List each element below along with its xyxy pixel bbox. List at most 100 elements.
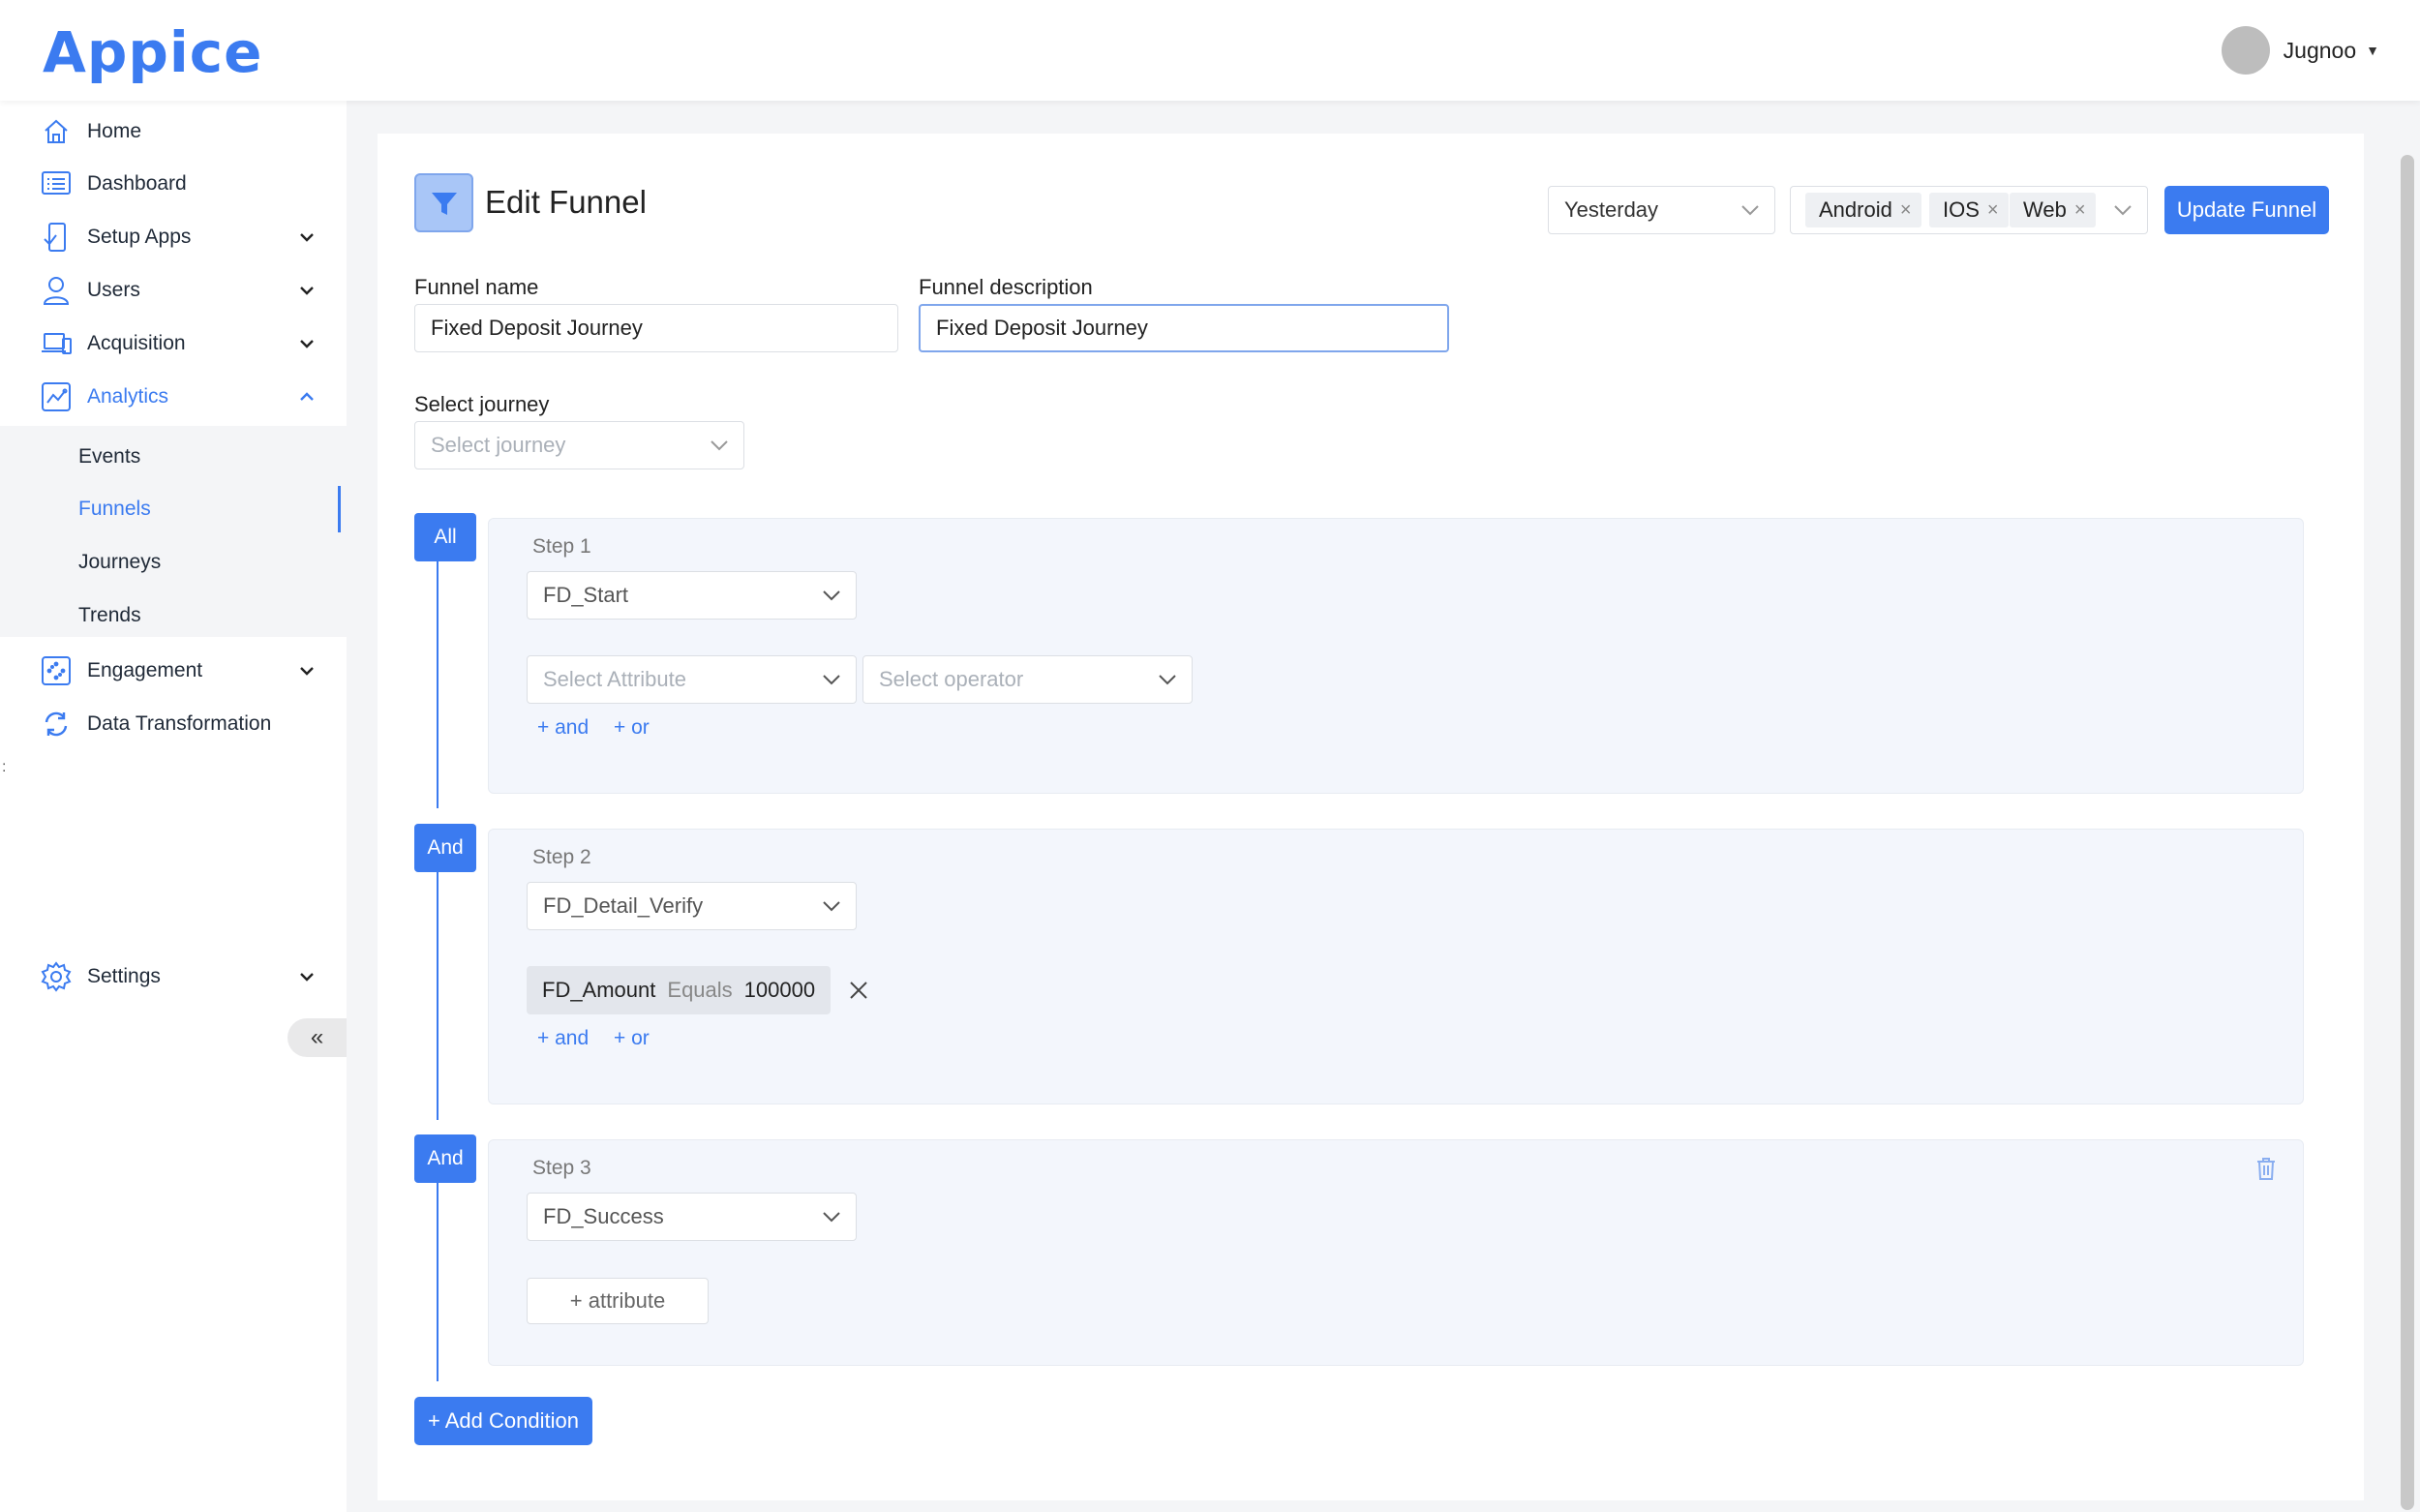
platform-tag-web: Web ×: [2010, 193, 2096, 227]
user-icon: [41, 275, 72, 306]
event-value: FD_Start: [543, 583, 629, 607]
platform-tag-ios: IOS ×: [1929, 193, 2009, 227]
sidebar-item-analytics[interactable]: Analytics: [0, 374, 347, 420]
chevron-down-icon: [300, 233, 314, 242]
condition-value: 100000: [743, 978, 816, 1002]
sidebar-item-home[interactable]: Home: [0, 108, 347, 155]
remove-tag-icon[interactable]: ×: [1900, 199, 1912, 222]
user-name: Jugnoo: [2283, 37, 2357, 63]
close-icon[interactable]: [846, 978, 871, 1003]
collapse-sidebar-button[interactable]: «: [287, 1018, 347, 1057]
acquisition-icon: [41, 328, 72, 359]
chevron-down-icon: [823, 1212, 840, 1223]
remove-tag-icon[interactable]: ×: [1987, 199, 1999, 222]
sidebar-item-label: Dashboard: [87, 172, 187, 195]
home-icon: [41, 116, 72, 147]
sidebar-subitem-journeys[interactable]: Journeys: [0, 539, 347, 586]
step-connector-badge[interactable]: And: [414, 1134, 476, 1183]
sidebar-item-label: Home: [87, 120, 142, 142]
sidebar-subitem-label: Journeys: [78, 551, 162, 573]
chevron-down-icon: [823, 590, 840, 601]
user-menu[interactable]: Jugnoo ▼: [2221, 25, 2379, 76]
sidebar-subitem-events[interactable]: Events: [0, 434, 347, 480]
sidebar-item-acquisition[interactable]: Acquisition: [0, 320, 347, 367]
step-3-event-select[interactable]: FD_Success: [527, 1193, 857, 1241]
select-journey-dropdown[interactable]: Select journey: [414, 421, 744, 469]
step-connector-line: [437, 1183, 439, 1381]
platform-tag-label: Web: [2023, 197, 2067, 222]
trash-icon[interactable]: [2255, 1156, 2277, 1181]
chevron-down-icon: [823, 675, 840, 685]
step-1-event-select[interactable]: FD_Start: [527, 571, 857, 620]
date-range-select[interactable]: Yesterday: [1548, 186, 1775, 234]
sidebar-subitem-label: Events: [78, 445, 141, 468]
sidebar-item-label: Setup Apps: [87, 226, 192, 248]
sync-icon: [41, 709, 72, 740]
add-or-link[interactable]: + or: [614, 1027, 650, 1050]
vertical-scrollbar[interactable]: [2401, 155, 2414, 1510]
select-attribute-placeholder: Select Attribute: [543, 667, 686, 691]
gear-icon: [41, 961, 72, 992]
event-value: FD_Detail_Verify: [543, 893, 704, 918]
app-logo: Appice: [43, 19, 263, 85]
sidebar-item-label: Users: [87, 279, 140, 301]
sidebar-item-data-transformation[interactable]: Data Transformation: [0, 701, 347, 747]
edge-marker: :: [2, 759, 7, 775]
add-attribute-button[interactable]: + attribute: [527, 1278, 709, 1324]
step-connector-badge[interactable]: And: [414, 824, 476, 872]
top-header: Appice Jugnoo ▼: [0, 0, 2420, 101]
event-value: FD_Success: [543, 1204, 664, 1228]
step-label: Step 1: [532, 535, 591, 558]
page-title: Edit Funnel: [485, 184, 647, 220]
step-label: Step 3: [532, 1157, 591, 1179]
condition-operator: Equals: [667, 978, 733, 1002]
chevron-down-icon: [1159, 675, 1176, 685]
setup-apps-icon: [41, 222, 72, 253]
sidebar-item-label: Settings: [87, 965, 161, 987]
sidebar-nav: Home Dashboard Setup Apps Users Acquisit…: [0, 101, 347, 1512]
sidebar-item-label: Data Transformation: [87, 712, 272, 735]
engagement-icon: [41, 655, 72, 686]
funnel-name-input[interactable]: [414, 304, 898, 352]
chevron-down-icon: [300, 287, 314, 295]
step-2-event-select[interactable]: FD_Detail_Verify: [527, 882, 857, 930]
step-connector-badge[interactable]: All: [414, 513, 476, 561]
chevron-down-icon: [2114, 205, 2132, 216]
condition-chip[interactable]: FD_Amount Equals 100000: [527, 966, 832, 1014]
chevron-down-icon: [1741, 205, 1759, 216]
add-and-link[interactable]: + and: [537, 716, 589, 740]
select-attribute-dropdown[interactable]: Select Attribute: [527, 655, 857, 704]
select-journey-placeholder: Select journey: [431, 433, 566, 457]
dashboard-icon: [41, 168, 72, 199]
sidebar-item-setup-apps[interactable]: Setup Apps: [0, 214, 347, 260]
funnel-icon: [414, 173, 473, 232]
update-funnel-button[interactable]: Update Funnel: [2164, 186, 2329, 234]
funnel-description-input[interactable]: [919, 304, 1449, 352]
add-condition-button[interactable]: + Add Condition: [414, 1397, 592, 1445]
sidebar-item-label: Acquisition: [87, 332, 186, 354]
funnel-description-label: Funnel description: [919, 275, 1093, 299]
sidebar-subitem-trends[interactable]: Trends: [0, 592, 347, 639]
sidebar-item-dashboard[interactable]: Dashboard: [0, 161, 347, 207]
step-connector-line: [437, 872, 439, 1120]
step-3-box: [488, 1139, 2304, 1366]
sidebar-item-label: Analytics: [87, 385, 169, 408]
sidebar-item-users[interactable]: Users: [0, 267, 347, 314]
sidebar-subitem-label: Funnels: [78, 498, 151, 520]
select-journey-label: Select journey: [414, 392, 550, 416]
select-operator-dropdown[interactable]: Select operator: [862, 655, 1193, 704]
chevron-down-icon: [300, 667, 314, 676]
sidebar-item-settings[interactable]: Settings: [0, 953, 347, 1000]
caret-down-icon: ▼: [2366, 43, 2379, 58]
funnel-name-label: Funnel name: [414, 275, 539, 299]
sidebar-item-engagement[interactable]: Engagement: [0, 648, 347, 694]
remove-tag-icon[interactable]: ×: [2074, 199, 2086, 222]
avatar[interactable]: [2221, 26, 2270, 75]
add-and-link[interactable]: + and: [537, 1027, 589, 1050]
date-range-value: Yesterday: [1564, 197, 1659, 222]
platform-tag-label: Android: [1819, 197, 1892, 222]
platform-tag-android: Android ×: [1805, 193, 1921, 227]
sidebar-subitem-funnels[interactable]: Funnels: [0, 486, 347, 532]
step-connector-line: [437, 561, 439, 808]
add-or-link[interactable]: + or: [614, 716, 650, 740]
